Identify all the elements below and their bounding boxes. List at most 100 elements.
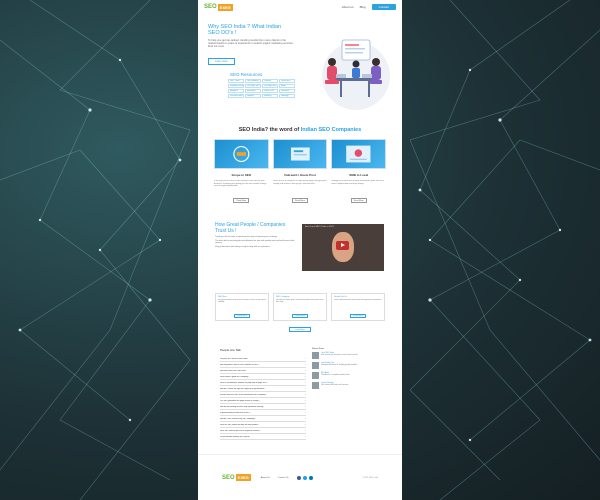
chevron-right-icon: ›: [305, 429, 306, 432]
testimonial-points: Thank you for the help in explaining the…: [215, 236, 299, 249]
testimonial-point: Thank you for the help in explaining the…: [215, 236, 278, 238]
nav-blog[interactable]: Blog: [360, 5, 366, 9]
footer-link-about[interactable]: About Us: [261, 477, 270, 479]
site-logo[interactable]: SEO EXEG: [204, 3, 233, 11]
testimonials-title: How Great People / Companies Trust Us !: [215, 222, 286, 234]
faq-question: What SEO tools do you use for keyword re…: [220, 429, 261, 432]
post-desc: Strategies that work for building qualit…: [321, 364, 358, 367]
service-card: Outreach / Guest Post Reach out to an au…: [272, 139, 328, 203]
play-icon[interactable]: [336, 241, 349, 250]
contact-button[interactable]: Contact: [371, 4, 396, 10]
chevron-right-icon: ›: [305, 399, 306, 402]
recent-posts: Recent Posts Local SEO Guide How to rank …: [312, 348, 380, 440]
post-item[interactable]: SEO Audit Checklist for a complete websit…: [312, 372, 380, 379]
faq-question: Do you provide monthly SEO reports?: [220, 435, 251, 438]
faq-question: How long does it take to rank a website …: [220, 363, 260, 366]
read-more-button[interactable]: Read More: [292, 314, 308, 318]
read-more-button[interactable]: Read More: [350, 314, 366, 318]
review-card: Growth Up Co. Great communication and re…: [331, 293, 385, 321]
chevron-right-icon: ›: [305, 411, 306, 414]
resource-link[interactable]: Local SEO: [279, 78, 295, 83]
linkedin-icon[interactable]: [308, 475, 313, 480]
resource-link[interactable]: Technical SEO: [228, 93, 244, 98]
resource-link[interactable]: Outreach: [279, 88, 295, 93]
main-nav: About us Blog Contact: [342, 4, 396, 10]
post-item[interactable]: Local SEO Guide How to rank your business…: [312, 352, 380, 359]
resource-link[interactable]: Keyword Research: [228, 83, 244, 88]
resource-link[interactable]: Content: [262, 78, 278, 83]
twitter-icon[interactable]: [302, 475, 307, 480]
post-item[interactable]: Content Strategy Plan content that ranks …: [312, 382, 380, 389]
footer-link-contact[interactable]: Contact Us: [278, 477, 289, 479]
post-thumbnail: [312, 352, 319, 359]
review-text: We saw our traffic grow consistently mon…: [276, 299, 324, 304]
site-header: SEO EXEG About us Blog Contact: [198, 0, 402, 14]
footer-logo-text: SEO: [222, 474, 235, 481]
faq-list: People Are Talk Why hire SEO services fr…: [220, 348, 306, 440]
read-more-button[interactable]: Read More: [234, 314, 250, 318]
chevron-right-icon: ›: [305, 357, 306, 360]
video-player[interactable]: Best Local SEO Tools in 2021: [302, 224, 384, 271]
service-card: SMB in Local Helping local small and med…: [331, 139, 387, 203]
review-name: SEO Company: [276, 296, 290, 298]
faq-title: People Are Talk: [220, 348, 241, 352]
resource-link[interactable]: Analytics: [228, 88, 244, 93]
resource-link[interactable]: Off Page SEO: [262, 83, 278, 88]
read-more-button[interactable]: Read More: [350, 198, 367, 203]
seo-graphic-icon: [233, 145, 250, 163]
faq-question: What are SEO audits and why are they nee…: [220, 423, 259, 426]
faq-question: Why hire SEO services from India?: [220, 357, 248, 360]
service-card-image: [214, 139, 269, 169]
chevron-right-icon: ›: [305, 417, 306, 420]
local-graphic-icon: [346, 145, 371, 163]
outreach-graphic-icon: [290, 147, 310, 161]
service-card-title: Scope in SEO: [231, 173, 252, 177]
resource-link[interactable]: On Page SEO: [245, 83, 261, 88]
service-card-image: [331, 139, 387, 169]
service-card-title: SMB in Local: [349, 173, 369, 177]
chevron-right-icon: ›: [305, 375, 306, 378]
faq-question: Should I hire local SEO or an internatio…: [220, 393, 267, 396]
footer-logo-badge: EXEG: [235, 474, 251, 481]
website-page: SEO EXEG About us Blog Contact Why SEO I…: [198, 0, 402, 500]
hero-section: Why SEO India ? What Indian SEO DO's ! T…: [198, 14, 402, 110]
chevron-right-icon: ›: [305, 369, 306, 372]
post-thumbnail: [312, 382, 319, 389]
load-more-button[interactable]: Load More: [289, 327, 311, 332]
faq-question: What is the difference between on page a…: [220, 381, 268, 384]
services-title: SEO India? the word of Indian SEO Compan…: [198, 127, 402, 133]
faq-question: Can SEO guarantee first page results on …: [220, 399, 260, 402]
reviews-row: SEO Best Very professional service with …: [198, 293, 402, 321]
chevron-right-icon: ›: [305, 405, 306, 408]
services-cards: Scope in SEO It will help you to find th…: [198, 139, 402, 203]
read-more-button[interactable]: Read More: [292, 198, 308, 203]
logo-badge: EXEG: [217, 3, 233, 11]
nav-about[interactable]: About us: [342, 5, 354, 9]
faq-item[interactable]: Do you provide monthly SEO reports? ›: [220, 434, 306, 440]
read-more-button[interactable]: Read More: [233, 198, 250, 203]
learn-more-button[interactable]: Learn more: [208, 57, 235, 65]
resource-link[interactable]: Audit: [279, 83, 295, 88]
post-item[interactable]: Link Building Tips Strategies that work f…: [312, 362, 380, 369]
resource-link[interactable]: SEO Tools: [228, 78, 244, 83]
post-desc: Plan content that ranks and converts: [321, 384, 349, 387]
testimonials-section: How Great People / Companies Trust Us ! …: [198, 222, 402, 283]
post-desc: Checklist for a complete website audit: [321, 374, 350, 377]
resource-link[interactable]: Reports: [245, 93, 261, 98]
service-card: Scope in SEO It will help you to find th…: [214, 139, 269, 203]
facebook-icon[interactable]: [296, 475, 301, 480]
faq-question: How do link building services help my we…: [220, 405, 264, 408]
service-card-text: It will help you to find the right solut…: [214, 180, 267, 188]
faq-question: How do I choose the right SEO agency for…: [220, 387, 266, 390]
footer-logo[interactable]: SEO EXEG: [222, 474, 251, 481]
resource-link[interactable]: Guest Post: [262, 88, 278, 93]
resource-link[interactable]: Strategy: [279, 93, 295, 98]
review-card: SEO Best Very professional service with …: [215, 293, 269, 321]
resource-link[interactable]: Backlinks: [245, 88, 261, 93]
service-card-text: Helping local small and medium businesse…: [331, 180, 384, 185]
resource-link[interactable]: Link Building: [245, 78, 261, 83]
resource-link[interactable]: Ranking: [262, 93, 278, 98]
review-name: Growth Up Co.: [334, 296, 348, 298]
service-card-title: Outreach / Guest Post: [284, 173, 316, 177]
chevron-right-icon: ›: [305, 381, 306, 384]
